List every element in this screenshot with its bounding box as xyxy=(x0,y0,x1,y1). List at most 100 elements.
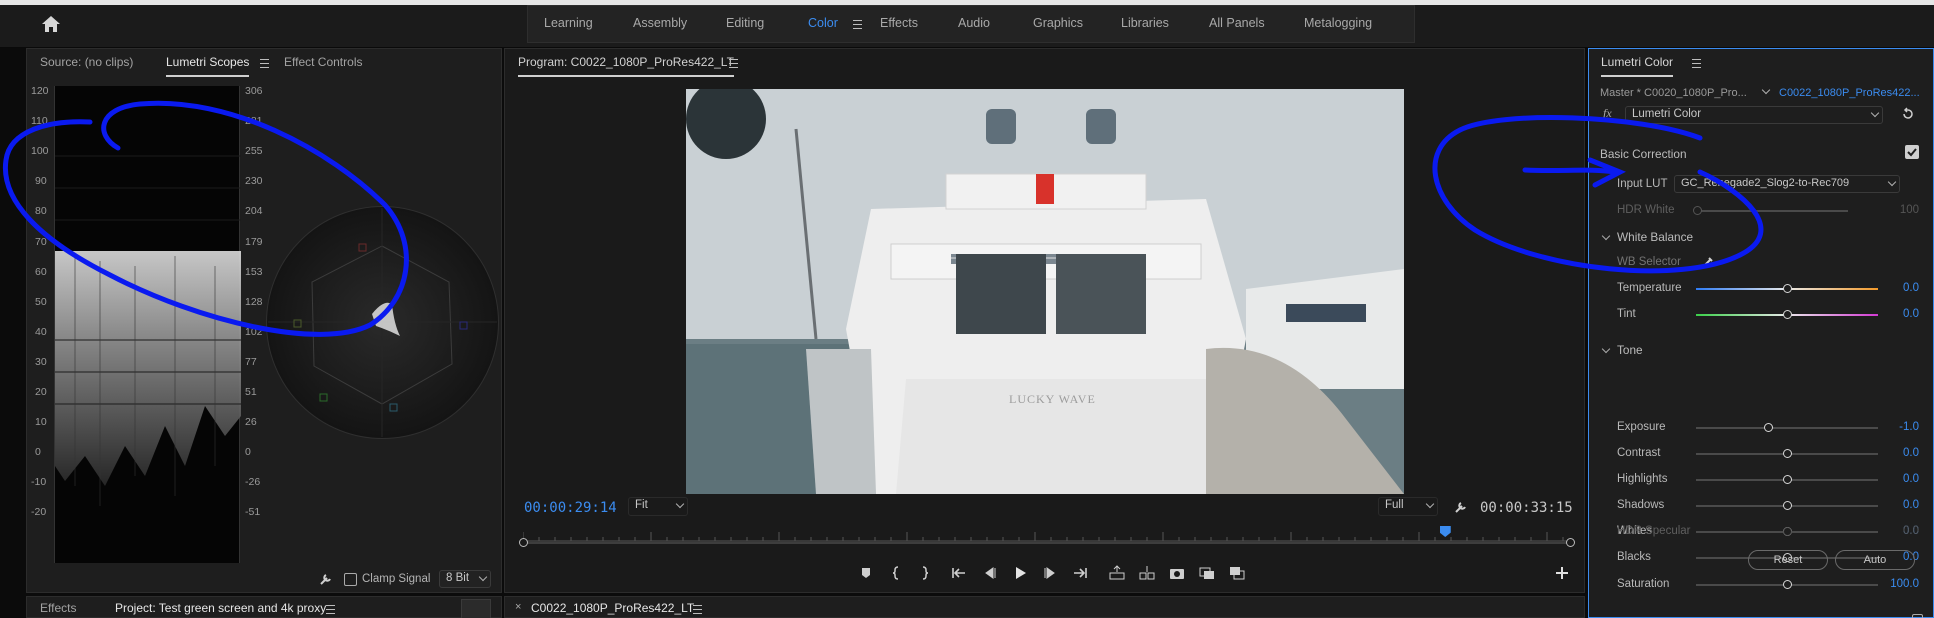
go-to-in-icon[interactable] xyxy=(950,565,968,581)
basic-correction-header[interactable]: Basic Correction xyxy=(1600,147,1687,161)
ire-tick-label: 100 xyxy=(31,145,49,158)
code-value-tick-label: 0 xyxy=(245,446,251,459)
scopes-menu-icon[interactable] xyxy=(260,59,269,68)
lumetri-bottom-checkbox[interactable] xyxy=(1912,614,1923,618)
reset-button[interactable]: Reset xyxy=(1748,550,1828,570)
clip-label[interactable]: C0022_1080P_ProRes422... xyxy=(1779,87,1920,99)
contrast-slider[interactable] xyxy=(1782,449,1792,458)
shadows-slider[interactable] xyxy=(1782,501,1792,510)
timeline-menu-icon[interactable] xyxy=(693,605,702,614)
temperature-slider[interactable] xyxy=(1783,284,1792,293)
zoom-bar-start-handle[interactable] xyxy=(519,538,528,547)
export-frame-icon[interactable] xyxy=(1168,565,1186,581)
tab-audio[interactable]: Audio xyxy=(958,16,990,30)
chevron-down-icon xyxy=(1870,108,1880,118)
project-panel-tool[interactable] xyxy=(461,599,491,618)
program-monitor-title[interactable]: Program: C0022_1080P_ProRes422_LT xyxy=(518,55,734,77)
wb-selector-label: WB Selector xyxy=(1617,256,1681,268)
auto-button[interactable]: Auto xyxy=(1835,550,1915,570)
shadows-value[interactable]: 0.0 xyxy=(1879,499,1919,511)
basic-correction-checkbox[interactable] xyxy=(1905,145,1919,159)
extract-icon[interactable] xyxy=(1138,565,1156,581)
master-clip-label[interactable]: Master * C0020_1080P_Pro... xyxy=(1600,87,1747,99)
mark-out-icon[interactable] xyxy=(915,565,933,581)
tab-color[interactable]: Color xyxy=(808,16,838,30)
hdr-white-value[interactable]: 100 xyxy=(1879,204,1919,216)
code-value-tick-label: 230 xyxy=(245,175,263,188)
fx-badge[interactable]: fx xyxy=(1603,106,1612,121)
program-menu-icon[interactable] xyxy=(729,59,738,68)
hdr-specular-value[interactable]: 0.0 xyxy=(1879,525,1919,537)
tab-learning[interactable]: Learning xyxy=(544,16,593,30)
saturation-slider[interactable] xyxy=(1783,580,1792,589)
lumetri-menu-icon[interactable] xyxy=(1692,59,1701,68)
reset-effect-icon[interactable] xyxy=(1901,107,1915,121)
code-value-tick-label: 26 xyxy=(245,416,257,429)
close-timeline-icon[interactable]: × xyxy=(515,601,521,613)
tab-effect-controls[interactable]: Effect Controls xyxy=(284,55,362,69)
resolution-select[interactable]: Full xyxy=(1378,497,1438,516)
toggle-proxies-icon[interactable] xyxy=(1228,565,1246,581)
tab-all-panels[interactable]: All Panels xyxy=(1209,16,1265,30)
highlights-value[interactable]: 0.0 xyxy=(1879,473,1919,485)
temperature-label: Temperature xyxy=(1617,282,1682,294)
blacks-label: Blacks xyxy=(1617,551,1651,563)
contrast-value[interactable]: 0.0 xyxy=(1879,447,1919,459)
step-forward-icon[interactable] xyxy=(1041,565,1059,581)
step-back-icon[interactable] xyxy=(981,565,999,581)
bit-depth-value: 8 Bit xyxy=(446,572,470,584)
scope-settings-button[interactable] xyxy=(319,572,333,586)
exposure-value[interactable]: -1.0 xyxy=(1879,421,1919,433)
mark-in-icon[interactable] xyxy=(888,565,906,581)
go-to-out-icon[interactable] xyxy=(1071,565,1089,581)
zoom-select[interactable]: Fit xyxy=(628,497,688,516)
tone-header[interactable]: Tone xyxy=(1601,343,1643,357)
tab-assembly[interactable]: Assembly xyxy=(633,16,687,30)
tab-metalogging[interactable]: Metalogging xyxy=(1304,16,1372,30)
ire-tick-label: 90 xyxy=(35,175,47,188)
time-ruler[interactable] xyxy=(522,528,1571,542)
lift-icon[interactable] xyxy=(1108,565,1126,581)
effect-select[interactable]: Lumetri Color xyxy=(1625,106,1883,124)
ire-tick-label: 30 xyxy=(35,355,47,368)
add-button-icon[interactable] xyxy=(1553,565,1571,581)
lumetri-title[interactable]: Lumetri Color xyxy=(1601,55,1674,77)
home-button[interactable] xyxy=(40,14,62,34)
tab-libraries[interactable]: Libraries xyxy=(1121,16,1169,30)
play-icon[interactable] xyxy=(1011,565,1029,581)
comparison-view-icon[interactable] xyxy=(1198,565,1216,581)
code-value-tick-label: 51 xyxy=(245,386,257,398)
project-menu-icon[interactable] xyxy=(326,605,335,614)
tab-graphics[interactable]: Graphics xyxy=(1033,16,1083,30)
hdr-specular-slider[interactable] xyxy=(1783,527,1792,536)
temperature-value[interactable]: 0.0 xyxy=(1879,282,1919,294)
input-lut-select[interactable]: GC_Renegade2_Slog2-to-Rec709 xyxy=(1674,175,1900,193)
eyedropper-icon[interactable] xyxy=(1701,255,1715,269)
tab-timeline[interactable]: C0022_1080P_ProRes422_LT xyxy=(531,601,694,615)
vectorscope-graph xyxy=(266,206,499,439)
clamp-signal-checkbox[interactable] xyxy=(344,573,357,586)
tint-value[interactable]: 0.0 xyxy=(1879,308,1919,320)
saturation-value[interactable]: 100.0 xyxy=(1879,578,1919,590)
current-timecode[interactable]: 00:00:29:14 xyxy=(524,500,617,516)
tab-lumetri-scopes[interactable]: Lumetri Scopes xyxy=(166,55,250,77)
exposure-slider[interactable] xyxy=(1764,423,1774,432)
tint-slider[interactable] xyxy=(1783,310,1792,319)
monitor-settings-button[interactable] xyxy=(1454,500,1468,514)
chevron-down-icon[interactable] xyxy=(1761,85,1771,95)
zoom-bar[interactable] xyxy=(523,542,1571,544)
zoom-bar-end-handle[interactable] xyxy=(1566,538,1575,547)
white-balance-header[interactable]: White Balance xyxy=(1601,230,1693,244)
tab-effects-panel[interactable]: Effects xyxy=(40,601,76,615)
video-frame[interactable]: LUCKY WAVE xyxy=(686,89,1404,494)
tab-editing[interactable]: Editing xyxy=(726,16,764,30)
hdr-white-slider[interactable] xyxy=(1693,206,1702,215)
add-marker-icon[interactable] xyxy=(857,565,875,581)
exposure-label: Exposure xyxy=(1617,421,1666,433)
tab-effects[interactable]: Effects xyxy=(880,16,918,30)
color-workspace-menu-icon[interactable] xyxy=(853,20,862,29)
tab-source[interactable]: Source: (no clips) xyxy=(40,55,133,69)
tab-project[interactable]: Project: Test green screen and 4k proxy xyxy=(115,601,326,615)
bit-depth-select[interactable]: 8 Bit xyxy=(439,570,491,588)
highlights-slider[interactable] xyxy=(1782,475,1792,484)
